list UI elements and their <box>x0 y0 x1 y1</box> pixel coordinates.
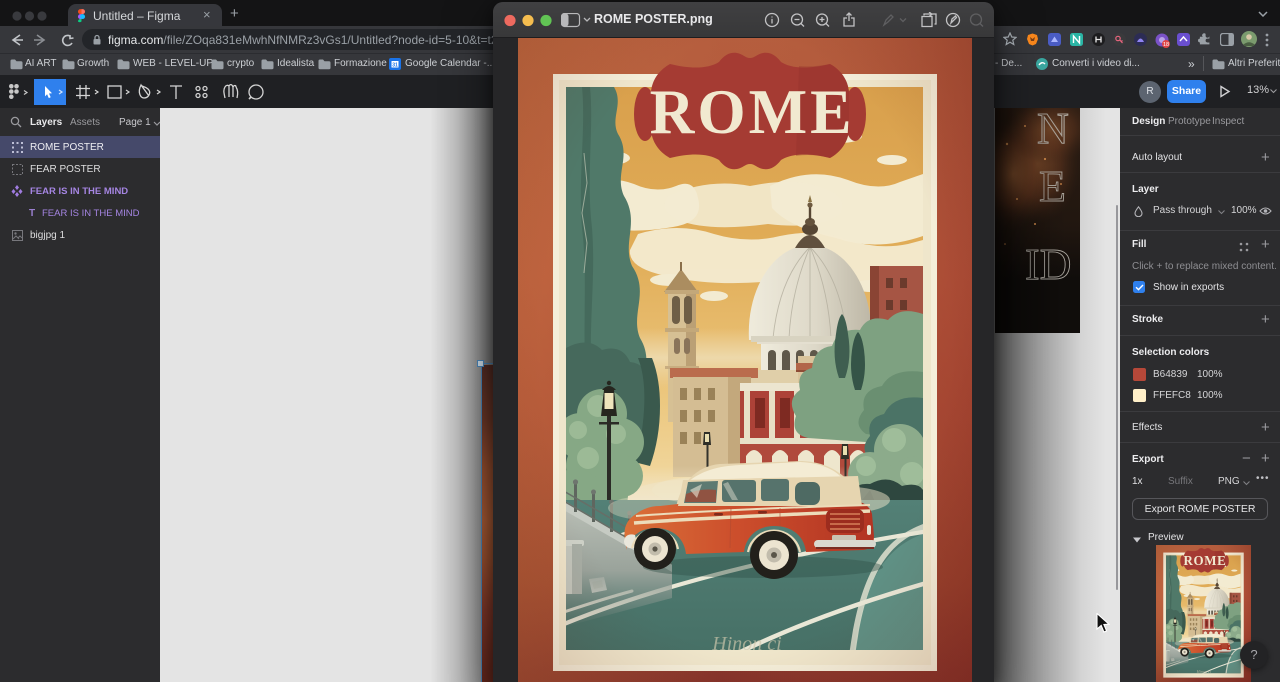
svg-text:18: 18 <box>1163 42 1169 48</box>
svg-text:31: 31 <box>392 63 398 69</box>
